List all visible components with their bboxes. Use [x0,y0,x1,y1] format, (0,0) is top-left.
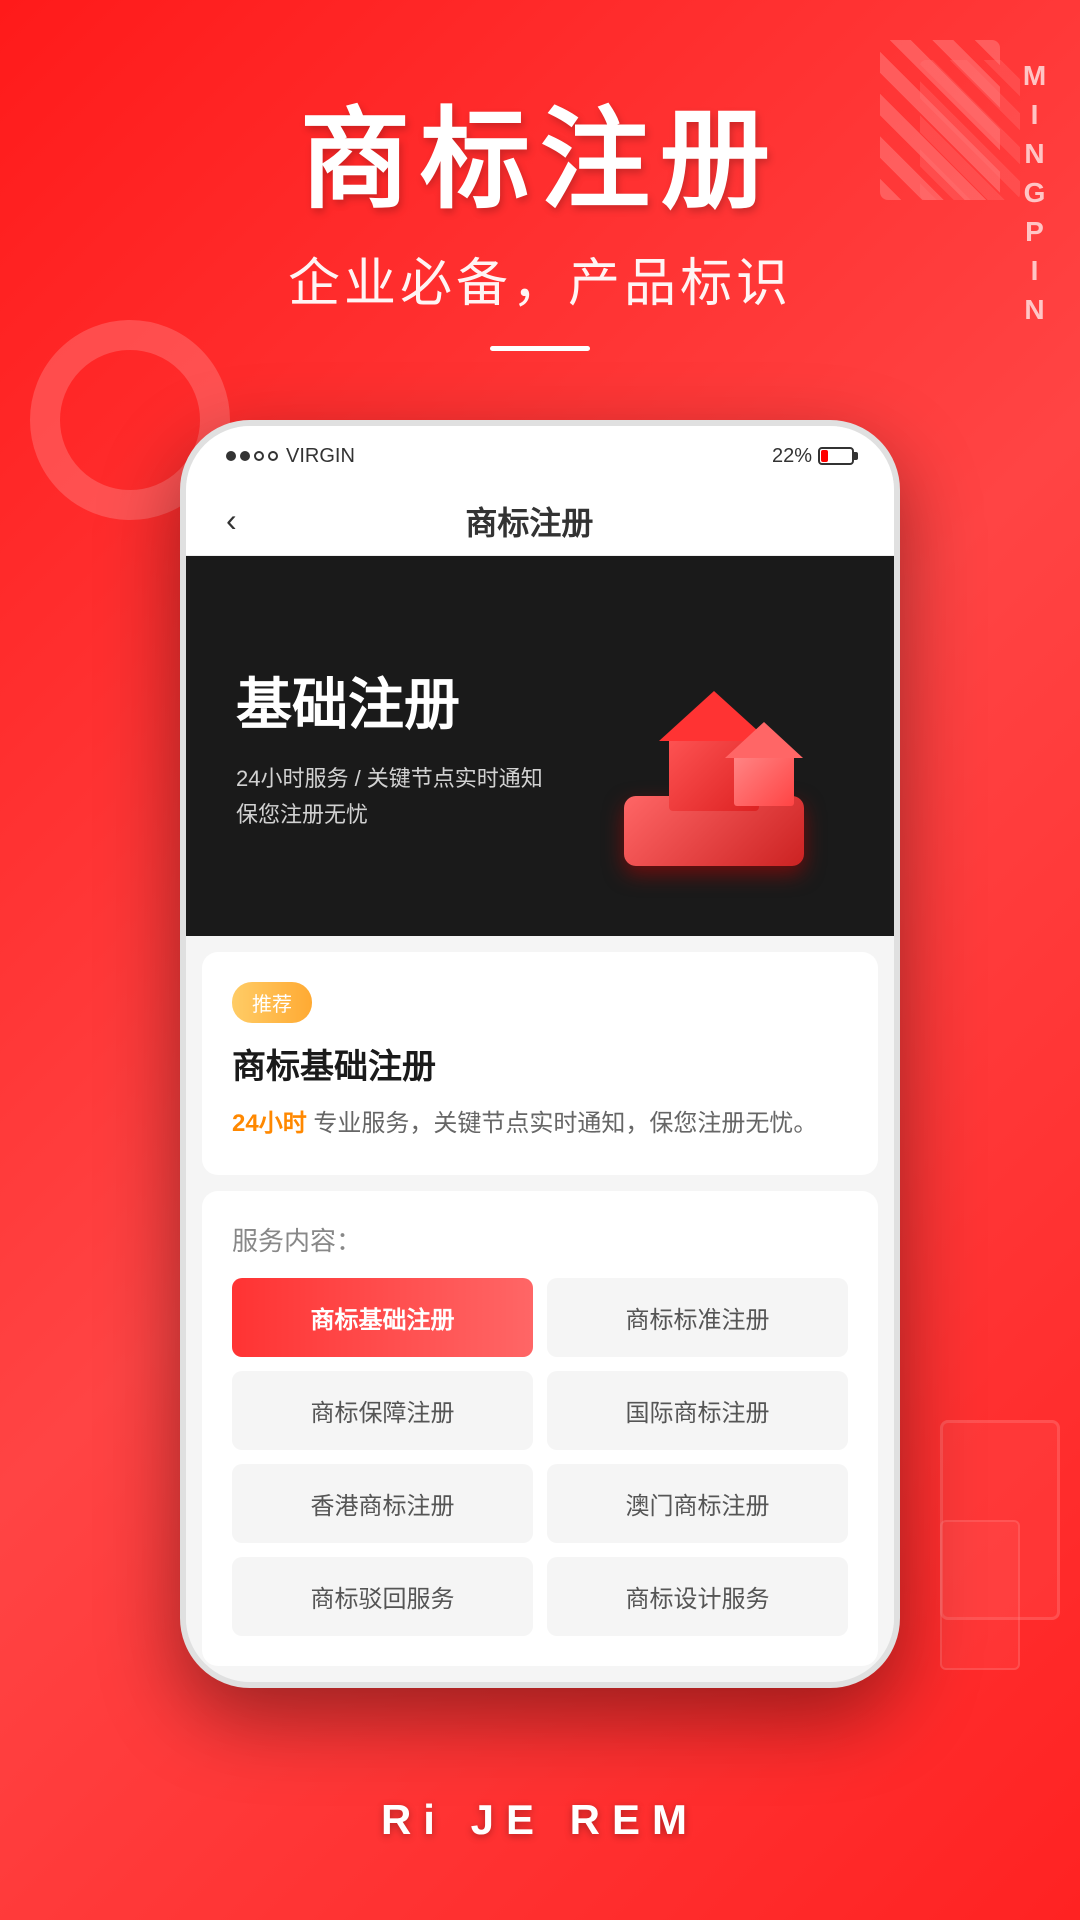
services-label: 服务内容： [232,1221,848,1258]
status-bar: VIRGIN 22% [186,426,894,486]
banner-desc-line2: 保您注册无忧 [236,797,844,832]
phone-notch [463,441,663,471]
service-btn-macau-registration[interactable]: 澳门商标注册 [547,1464,848,1543]
header-area: 商标注册 企业必备，产品标识 [0,100,1080,351]
banner-text-area: 基础注册 24小时服务 / 关键节点实时通知 保您注册无忧 [186,620,894,871]
service-btn-standard-registration[interactable]: 商标标准注册 [547,1278,848,1357]
service-label-2: 商标保障注册 [311,1400,455,1427]
back-button[interactable]: ‹ [226,502,237,539]
nav-title: 商标注册 [465,498,593,544]
info-card: 推荐 商标基础注册 24小时 专业服务，关键节点实时通知，保您注册无忧。 [202,952,878,1175]
battery-percentage: 22% [772,445,812,468]
signal-dot-3 [254,451,264,461]
card-description: 24小时 专业服务，关键节点实时通知，保您注册无忧。 [232,1104,848,1145]
service-btn-protection-registration[interactable]: 商标保障注册 [232,1371,533,1450]
banner-desc-line1: 24小时服务 / 关键节点实时通知 [236,761,844,796]
bottom-area: Ri JE REM [0,1720,1080,1920]
carrier-name: VIRGIN [286,445,355,468]
signal-dot-2 [240,451,250,461]
service-btn-basic-registration[interactable]: 商标基础注册 [232,1278,533,1357]
status-right: 22% [772,445,854,468]
banner-title: 基础注册 [236,660,844,741]
highlight-text: 24小时 [232,1110,307,1137]
deco-rect-2 [940,1520,1020,1670]
page-container: MINGPIN 商标注册 企业必备，产品标识 VIRGIN 22% [0,0,1080,1920]
bottom-text: Ri JE REM [381,1796,699,1844]
signal-icon [226,451,278,461]
service-btn-rejection-service[interactable]: 商标驳回服务 [232,1557,533,1636]
service-label-5: 澳门商标注册 [626,1493,770,1520]
banner: 基础注册 24小时服务 / 关键节点实时通知 保您注册无忧 [186,556,894,936]
service-label-0: 商标基础注册 [311,1307,455,1334]
page-subtitle: 企业必备，产品标识 [0,241,1080,316]
card-title: 商标基础注册 [232,1039,848,1088]
card-tag: 推荐 [232,982,312,1023]
services-grid: 商标基础注册 商标标准注册 商标保障注册 国际商标注册 香港商标注册 [232,1278,848,1636]
service-label-3: 国际商标注册 [626,1400,770,1427]
status-left: VIRGIN [226,445,355,468]
service-btn-hk-registration[interactable]: 香港商标注册 [232,1464,533,1543]
page-title: 商标注册 [0,100,1080,221]
service-label-7: 商标设计服务 [626,1586,770,1613]
battery-fill [821,450,828,462]
battery-icon [818,447,854,465]
service-label-6: 商标驳回服务 [311,1586,455,1613]
desc-suffix: 专业服务，关键节点实时通知，保您注册无忧。 [313,1110,817,1137]
phone-content: 基础注册 24小时服务 / 关键节点实时通知 保您注册无忧 [186,556,894,1682]
signal-dot-1 [226,451,236,461]
service-label-4: 香港商标注册 [311,1493,455,1520]
service-btn-design-service[interactable]: 商标设计服务 [547,1557,848,1636]
service-btn-international-registration[interactable]: 国际商标注册 [547,1371,848,1450]
phone-mockup: VIRGIN 22% ‹ 商标注册 基础注册 24小时服务 / 关键 [180,420,900,1688]
services-card: 服务内容： 商标基础注册 商标标准注册 商标保障注册 国际商标注册 [202,1191,878,1666]
signal-dot-4 [268,451,278,461]
nav-bar: ‹ 商标注册 [186,486,894,556]
service-label-1: 商标标准注册 [626,1307,770,1334]
header-divider [490,346,590,351]
